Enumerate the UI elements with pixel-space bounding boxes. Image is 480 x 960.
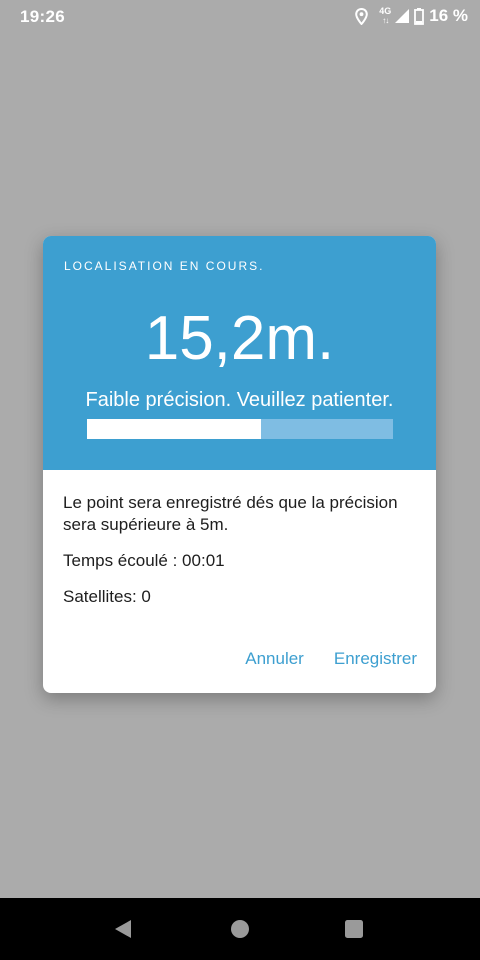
signal-icon	[394, 8, 410, 24]
accuracy-value: 15,2m.	[144, 304, 335, 373]
battery-icon	[414, 7, 425, 25]
status-time: 19:26	[20, 7, 65, 26]
save-button[interactable]: Enregistrer	[334, 649, 417, 669]
precision-status: Faible précision. Veuillez patienter.	[85, 389, 394, 411]
location-icon	[355, 7, 369, 25]
elapsed-time: Temps écoulé : 00:01	[63, 551, 225, 570]
home-icon[interactable]	[229, 918, 251, 940]
dialog-actions: Annuler Enregistrer	[245, 649, 417, 669]
dialog-kicker: LOCALISATION EN COURS.	[64, 259, 265, 273]
status-icons: 4G ↑↓ 16 %	[355, 6, 468, 26]
progress-fill	[87, 419, 262, 439]
dialog-body: Le point sera enregistré dés que la préc…	[63, 492, 429, 608]
dialog-header: LOCALISATION EN COURS. 15,2m. Faible pré…	[43, 236, 436, 470]
battery-percent: 16 %	[429, 6, 468, 25]
navigation-bar	[0, 898, 480, 960]
back-icon[interactable]	[112, 918, 134, 940]
satellites-count: Satellites: 0	[63, 587, 151, 606]
recents-icon[interactable]	[343, 918, 365, 940]
network-arrows-icon: 4G ↑↓	[379, 6, 392, 26]
status-bar: 19:26 4G ↑↓ 16 %	[0, 0, 480, 34]
cancel-button[interactable]: Annuler	[245, 649, 304, 669]
dialog-message: Le point sera enregistré dés que la préc…	[63, 493, 398, 534]
network-type: 4G	[379, 6, 392, 16]
location-dialog: LOCALISATION EN COURS. 15,2m. Faible pré…	[43, 236, 436, 693]
precision-progress-bar	[87, 419, 393, 439]
